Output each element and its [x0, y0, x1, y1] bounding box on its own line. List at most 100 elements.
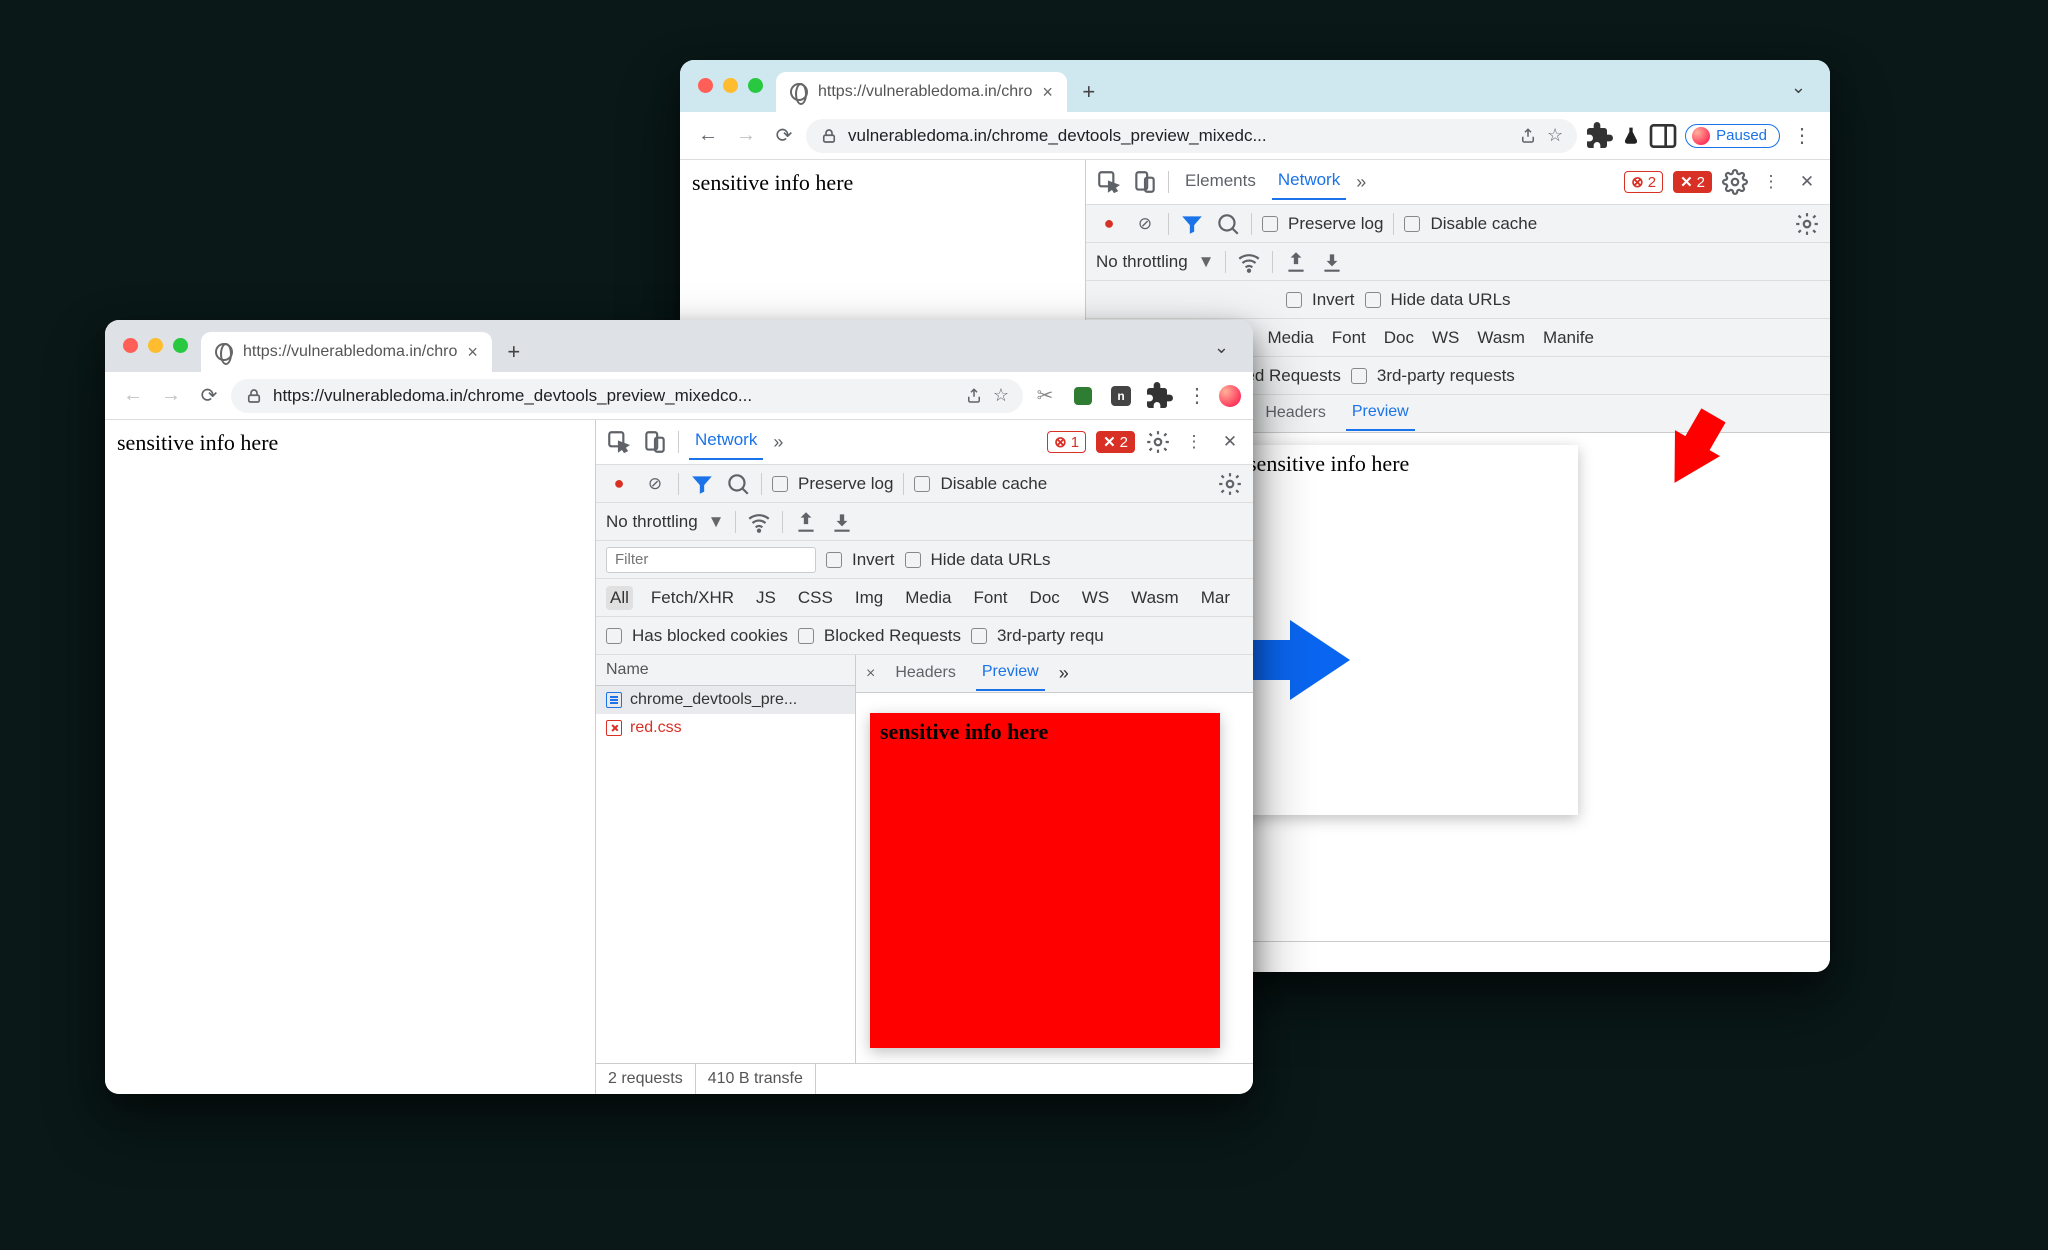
request-row[interactable]: chrome_devtools_pre... — [596, 686, 855, 714]
type-filter[interactable]: Wasm — [1473, 326, 1529, 350]
close-devtools-icon[interactable]: ✕ — [1794, 169, 1820, 195]
profile-paused-chip[interactable]: Paused — [1685, 124, 1780, 148]
avatar-icon[interactable] — [1219, 385, 1241, 407]
address-bar[interactable]: vulnerabledoma.in/chrome_devtools_previe… — [806, 119, 1577, 153]
browser-tab[interactable]: https://vulnerabledoma.in/chro × — [201, 332, 492, 372]
extensions-icon[interactable] — [1583, 120, 1615, 152]
name-column-header[interactable]: Name — [596, 655, 855, 686]
type-filter[interactable]: Doc — [1380, 326, 1418, 350]
type-filter[interactable]: Fetch/XHR — [647, 586, 738, 610]
browser-tab[interactable]: https://vulnerabledoma.in/chro × — [776, 72, 1067, 112]
request-row[interactable]: red.css — [596, 714, 855, 742]
back-button[interactable]: ← — [117, 380, 149, 412]
close-window-button[interactable] — [123, 338, 138, 353]
error-badge[interactable]: ⊗2 — [1624, 171, 1663, 193]
back-button[interactable]: ← — [692, 120, 724, 152]
third-party-checkbox[interactable] — [1351, 368, 1367, 384]
type-filter[interactable]: Manife — [1539, 326, 1598, 350]
clear-icon[interactable]: ⊘ — [1132, 211, 1158, 237]
address-bar[interactable]: https://vulnerabledoma.in/chrome_devtool… — [231, 379, 1023, 413]
chevron-down-icon[interactable]: ▼ — [1198, 252, 1215, 272]
kebab-menu-icon[interactable]: ⋮ — [1181, 380, 1213, 412]
network-settings-gear-icon[interactable] — [1794, 211, 1820, 237]
forward-button[interactable]: → — [155, 380, 187, 412]
chevron-down-icon[interactable]: ▼ — [708, 512, 725, 532]
record-icon[interactable]: ● — [1096, 211, 1122, 237]
tabs-menu-button[interactable]: ⌄ — [1783, 73, 1814, 102]
kebab-icon[interactable]: ⋮ — [1181, 429, 1207, 455]
bookmark-icon[interactable]: ☆ — [1547, 125, 1563, 146]
blocked-requests-checkbox[interactable] — [798, 628, 814, 644]
minimize-window-button[interactable] — [723, 78, 738, 93]
blocked-cookies-checkbox[interactable] — [606, 628, 622, 644]
type-filter[interactable]: CSS — [794, 586, 837, 610]
minimize-window-button[interactable] — [148, 338, 163, 353]
filter-icon[interactable] — [689, 471, 715, 497]
hide-urls-checkbox[interactable] — [1365, 292, 1381, 308]
upload-icon[interactable] — [1283, 249, 1309, 275]
tab-network[interactable]: Network — [689, 424, 763, 460]
inspect-icon[interactable] — [606, 429, 632, 455]
type-filter[interactable]: JS — [752, 586, 780, 610]
kebab-icon[interactable]: ⋮ — [1758, 169, 1784, 195]
gear-icon[interactable] — [1145, 429, 1171, 455]
third-party-checkbox[interactable] — [971, 628, 987, 644]
share-icon[interactable] — [1519, 127, 1537, 145]
type-filter[interactable]: Font — [1328, 326, 1370, 350]
tabs-menu-button[interactable]: ⌄ — [1206, 333, 1237, 362]
download-icon[interactable] — [1319, 249, 1345, 275]
invert-checkbox[interactable] — [1286, 292, 1302, 308]
maximize-window-button[interactable] — [748, 78, 763, 93]
forward-button[interactable]: → — [730, 120, 762, 152]
throttling-select[interactable]: No throttling — [1096, 252, 1188, 272]
type-filter[interactable]: Mar — [1197, 586, 1234, 610]
device-icon[interactable] — [1132, 169, 1158, 195]
wifi-icon[interactable] — [746, 509, 772, 535]
new-tab-button[interactable]: + — [500, 338, 528, 366]
detail-tab-preview[interactable]: Preview — [1346, 397, 1415, 431]
error-badge[interactable]: ⊗1 — [1047, 431, 1086, 453]
type-filter[interactable]: Media — [901, 586, 955, 610]
ext-dark-icon[interactable]: n — [1105, 380, 1137, 412]
tab-network[interactable]: Network — [1272, 164, 1346, 200]
new-tab-button[interactable]: + — [1075, 78, 1103, 106]
type-filter-all[interactable]: All — [606, 586, 633, 610]
invert-checkbox[interactable] — [826, 552, 842, 568]
close-detail-icon[interactable]: × — [866, 665, 875, 683]
kebab-menu-icon[interactable]: ⋮ — [1786, 120, 1818, 152]
detail-tab-preview[interactable]: Preview — [976, 657, 1045, 691]
hide-urls-checkbox[interactable] — [905, 552, 921, 568]
type-filter[interactable]: WS — [1428, 326, 1463, 350]
type-filter[interactable]: Img — [851, 586, 887, 610]
tab-elements[interactable]: Elements — [1179, 165, 1262, 199]
gear-icon[interactable] — [1722, 169, 1748, 195]
bookmark-icon[interactable]: ☆ — [993, 385, 1009, 406]
upload-icon[interactable] — [793, 509, 819, 535]
reload-button[interactable]: ⟳ — [768, 120, 800, 152]
more-tabs-icon[interactable]: » — [773, 432, 783, 453]
type-filter[interactable]: Doc — [1026, 586, 1064, 610]
panel-icon[interactable] — [1647, 120, 1679, 152]
device-icon[interactable] — [642, 429, 668, 455]
scissors-icon[interactable]: ✂ — [1029, 380, 1061, 412]
close-tab-icon[interactable]: × — [1042, 82, 1053, 103]
extensions-icon[interactable] — [1143, 380, 1175, 412]
close-devtools-icon[interactable]: ✕ — [1217, 429, 1243, 455]
disable-cache-checkbox[interactable] — [914, 476, 930, 492]
preserve-log-checkbox[interactable] — [772, 476, 788, 492]
clear-icon[interactable]: ⊘ — [642, 471, 668, 497]
filter-icon[interactable] — [1179, 211, 1205, 237]
type-filter[interactable]: Wasm — [1127, 586, 1183, 610]
network-settings-gear-icon[interactable] — [1217, 471, 1243, 497]
reload-button[interactable]: ⟳ — [193, 380, 225, 412]
more-detail-tabs-icon[interactable]: » — [1059, 663, 1069, 684]
disable-cache-checkbox[interactable] — [1404, 216, 1420, 232]
search-icon[interactable] — [1215, 211, 1241, 237]
wifi-icon[interactable] — [1236, 249, 1262, 275]
issue-badge[interactable]: ✕2 — [1096, 431, 1135, 453]
type-filter[interactable]: Font — [970, 586, 1012, 610]
record-icon[interactable]: ● — [606, 471, 632, 497]
inspect-icon[interactable] — [1096, 169, 1122, 195]
filter-input[interactable] — [606, 547, 816, 573]
search-icon[interactable] — [725, 471, 751, 497]
